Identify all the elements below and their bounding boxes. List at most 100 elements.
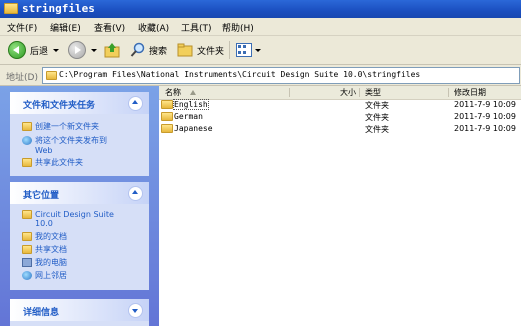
back-dropdown-icon[interactable] bbox=[53, 48, 60, 52]
sort-ascending-icon bbox=[190, 90, 196, 95]
folders-button[interactable]: 文件夹 bbox=[177, 40, 224, 60]
address-bar: 地址(D) C:\Program Files\National Instrume… bbox=[0, 65, 521, 86]
title-bar: stringfiles bbox=[0, 0, 521, 18]
file-list: 名称 大小 类型 修改日期 English 文件夹 2011-7-9 10:09… bbox=[159, 86, 521, 326]
menu-help[interactable]: 帮助(H) bbox=[222, 21, 254, 34]
forward-dropdown-icon[interactable] bbox=[91, 48, 97, 52]
place-label: 我的文档 bbox=[35, 232, 67, 241]
search-button[interactable]: 搜索 bbox=[130, 40, 167, 60]
file-name: German bbox=[174, 112, 203, 121]
toolbar: 后退 搜索 文件夹 bbox=[0, 36, 521, 65]
task-share-folder[interactable]: 共享此文件夹 bbox=[22, 158, 83, 168]
place-label: 我的电脑 bbox=[35, 258, 67, 267]
folder-icon bbox=[46, 71, 57, 80]
folder-icon bbox=[161, 112, 173, 121]
views-grid-icon bbox=[236, 43, 252, 57]
menu-file[interactable]: 文件(F) bbox=[7, 21, 37, 34]
file-modified: 2011-7-9 10:09 bbox=[454, 124, 516, 133]
address-label: 地址(D) bbox=[6, 73, 38, 83]
task-label: 将这个文件夹发布到 bbox=[35, 136, 107, 145]
file-name: Japanese bbox=[174, 124, 213, 133]
folders-label: 文件夹 bbox=[197, 46, 225, 57]
folder-icon bbox=[161, 124, 173, 133]
tasks-panel-header[interactable]: 文件和文件夹任务 bbox=[10, 92, 149, 114]
task-label: Web bbox=[35, 146, 53, 155]
column-name[interactable]: 名称 bbox=[165, 87, 181, 98]
place-label: Circuit Design Suite bbox=[35, 210, 114, 219]
list-header: 名称 大小 类型 修改日期 bbox=[159, 86, 521, 100]
collapse-chevron-icon[interactable] bbox=[128, 186, 143, 201]
views-button[interactable] bbox=[236, 40, 261, 60]
places-panel: 其它位置 Circuit Design Suite 10.0 我的文档 共享文档… bbox=[10, 182, 149, 290]
places-title: 其它位置 bbox=[23, 191, 60, 201]
new-folder-icon bbox=[22, 122, 32, 131]
menu-view[interactable]: 查看(V) bbox=[94, 21, 125, 34]
file-modified: 2011-7-9 10:09 bbox=[454, 112, 516, 121]
column-divider[interactable] bbox=[448, 88, 449, 97]
column-divider[interactable] bbox=[359, 88, 360, 97]
search-label: 搜索 bbox=[149, 46, 168, 57]
place-network[interactable]: 网上邻居 bbox=[22, 271, 67, 281]
menu-edit[interactable]: 编辑(E) bbox=[50, 21, 81, 34]
places-panel-header[interactable]: 其它位置 bbox=[10, 182, 149, 204]
details-panel-header[interactable]: 详细信息 bbox=[10, 299, 149, 321]
task-label: 共享此文件夹 bbox=[35, 158, 83, 167]
folder-icon bbox=[22, 210, 32, 219]
place-my-documents[interactable]: 我的文档 bbox=[22, 232, 67, 242]
menu-tools[interactable]: 工具(T) bbox=[181, 21, 212, 34]
file-type: 文件夹 bbox=[365, 113, 389, 122]
menu-bar: 文件(F) 编辑(E) 查看(V) 收藏(A) 工具(T) 帮助(H) bbox=[0, 18, 521, 36]
file-row[interactable]: German 文件夹 2011-7-9 10:09 bbox=[159, 111, 521, 123]
file-type: 文件夹 bbox=[365, 125, 389, 134]
file-type: 文件夹 bbox=[365, 101, 389, 110]
window-title: stringfiles bbox=[22, 2, 95, 15]
folders-icon bbox=[177, 43, 193, 57]
column-size[interactable]: 大小 bbox=[340, 87, 356, 98]
expand-chevron-icon[interactable] bbox=[128, 303, 143, 318]
menu-favorites[interactable]: 收藏(A) bbox=[138, 21, 169, 34]
collapse-chevron-icon[interactable] bbox=[128, 96, 143, 111]
place-my-computer[interactable]: 我的电脑 bbox=[22, 258, 67, 268]
task-label: 创建一个新文件夹 bbox=[35, 122, 99, 131]
file-row[interactable]: Japanese 文件夹 2011-7-9 10:09 bbox=[159, 123, 521, 135]
file-row[interactable]: English 文件夹 2011-7-9 10:09 bbox=[159, 99, 521, 111]
shared-documents-icon bbox=[22, 245, 32, 254]
place-label: 10.0 bbox=[35, 219, 53, 228]
network-icon bbox=[22, 271, 32, 280]
task-pane: 文件和文件夹任务 创建一个新文件夹 将这个文件夹发布到 Web 共享此文件夹 其… bbox=[0, 86, 159, 326]
up-folder-icon bbox=[104, 43, 120, 58]
place-shared-documents[interactable]: 共享文档 bbox=[22, 245, 67, 255]
share-folder-icon bbox=[22, 158, 32, 167]
my-computer-icon bbox=[22, 258, 32, 267]
tasks-title: 文件和文件夹任务 bbox=[23, 101, 96, 111]
back-label: 后退 bbox=[30, 46, 49, 57]
column-divider[interactable] bbox=[289, 88, 290, 97]
file-modified: 2011-7-9 10:09 bbox=[454, 100, 516, 109]
back-arrow-icon bbox=[8, 41, 26, 59]
place-label: 共享文档 bbox=[35, 245, 67, 254]
forward-arrow-icon bbox=[68, 41, 86, 59]
search-icon bbox=[130, 42, 145, 57]
back-button[interactable]: 后退 bbox=[8, 40, 60, 60]
forward-button[interactable] bbox=[68, 40, 97, 60]
folder-icon bbox=[161, 100, 173, 109]
task-publish-web[interactable]: 将这个文件夹发布到 bbox=[22, 136, 107, 146]
folder-icon bbox=[4, 3, 18, 14]
address-path: C:\Program Files\National Instruments\Ci… bbox=[59, 70, 421, 79]
publish-web-icon bbox=[22, 136, 32, 145]
up-folder-button[interactable] bbox=[104, 40, 120, 60]
views-dropdown-icon[interactable] bbox=[255, 48, 261, 52]
my-documents-icon bbox=[22, 232, 32, 241]
column-modified[interactable]: 修改日期 bbox=[454, 87, 486, 98]
file-name: English bbox=[173, 99, 209, 110]
address-field[interactable]: C:\Program Files\National Instruments\Ci… bbox=[42, 67, 520, 84]
details-title: 详细信息 bbox=[23, 308, 60, 318]
task-publish-web-cont[interactable]: Web bbox=[35, 146, 52, 156]
toolbar-separator bbox=[229, 41, 230, 59]
task-new-folder[interactable]: 创建一个新文件夹 bbox=[22, 122, 99, 132]
details-panel: 详细信息 bbox=[10, 299, 149, 326]
tasks-panel: 文件和文件夹任务 创建一个新文件夹 将这个文件夹发布到 Web 共享此文件夹 bbox=[10, 92, 149, 176]
place-label: 网上邻居 bbox=[35, 271, 67, 280]
place-circuit-design-suite-cont[interactable]: 10.0 bbox=[35, 219, 53, 229]
column-type[interactable]: 类型 bbox=[365, 87, 381, 98]
